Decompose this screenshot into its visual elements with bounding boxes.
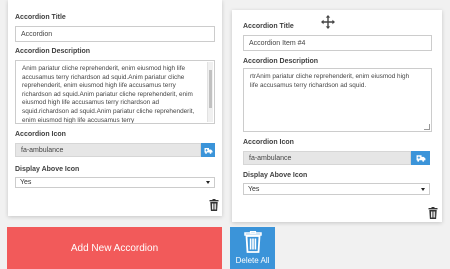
resize-handle[interactable] (424, 124, 430, 130)
icon-picker-button[interactable] (411, 151, 430, 165)
accordion-description-textarea[interactable]: Anim pariatur cliche reprehenderit, enim… (15, 60, 215, 124)
select-value: Yes (20, 179, 32, 186)
trash-icon (243, 231, 262, 253)
chevron-down-icon (206, 181, 210, 184)
icon-picker-button[interactable] (201, 143, 215, 157)
ambulance-icon (204, 147, 212, 154)
accordion-description-text: Anim pariatur cliche reprehenderit, enim… (22, 65, 195, 124)
chevron-down-icon (421, 187, 425, 191)
accordion-description-label: Accordion Description (243, 58, 319, 65)
display-above-icon-select[interactable]: Yes (243, 183, 430, 195)
trash-icon[interactable] (209, 199, 219, 211)
trash-icon[interactable] (428, 207, 438, 219)
scrollbar-thumb[interactable] (209, 70, 212, 108)
description-scrollbar[interactable] (207, 62, 213, 122)
accordion-icon-field[interactable]: fa-ambulance (243, 151, 411, 165)
delete-all-label: Delete All (235, 256, 270, 265)
accordion-icon-label: Accordion Icon (15, 131, 66, 138)
add-new-accordion-label: Add New Accordion (70, 242, 159, 254)
accordion-description-textarea[interactable]: rtrAnim pariatur cliche reprehenderit, e… (243, 68, 432, 132)
accordion-title-label: Accordion Title (15, 14, 66, 21)
accordion-title-input[interactable]: Accordion (15, 26, 215, 42)
display-above-icon-label: Display Above Icon (15, 166, 80, 173)
display-above-icon-label: Display Above Icon (243, 172, 308, 179)
accordion-description-text: rtrAnim pariatur cliche reprehenderit, e… (250, 73, 410, 89)
accordion-icon-label: Accordion Icon (243, 139, 294, 146)
ambulance-icon (416, 155, 425, 162)
accordion-title-input[interactable]: Accordion Item #4 (243, 35, 432, 51)
display-above-icon-select[interactable]: Yes (15, 177, 215, 188)
accordion-item-card: Accordion Title Accordion Item #4 Accord… (232, 10, 442, 222)
delete-all-button[interactable]: Delete All (230, 227, 275, 269)
select-value: Yes (248, 185, 260, 193)
accordion-item-card: Accordion Title Accordion Accordion Desc… (8, 0, 222, 216)
move-icon[interactable] (321, 15, 335, 29)
accordion-description-label: Accordion Description (15, 48, 91, 55)
add-new-accordion-button[interactable]: Add New Accordion (7, 227, 222, 269)
accordion-title-label: Accordion Title (243, 23, 294, 30)
accordion-icon-field[interactable]: fa-ambulance (15, 143, 201, 157)
